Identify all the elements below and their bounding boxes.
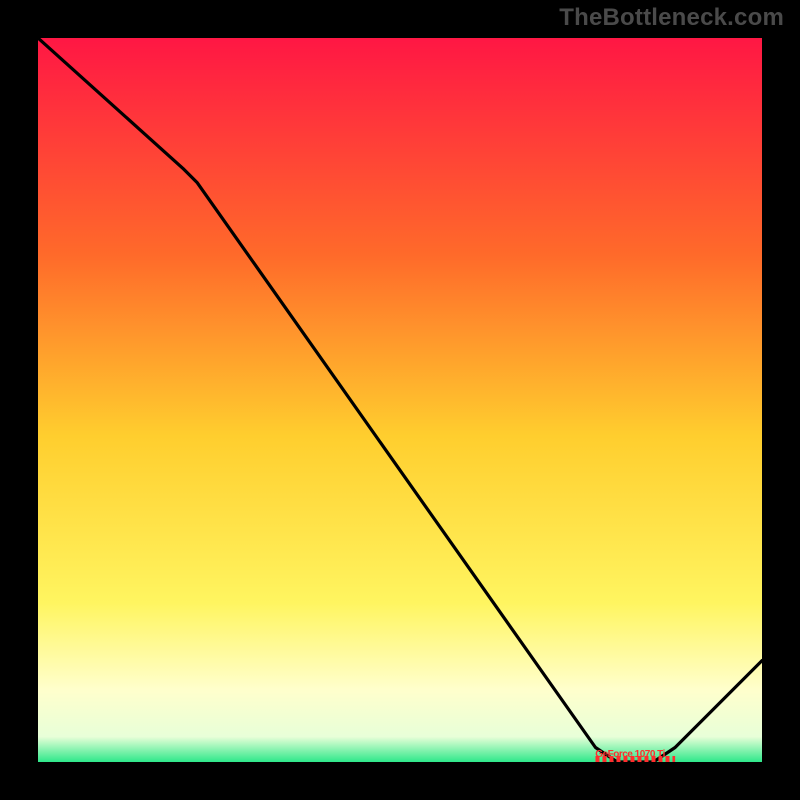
chart-svg (38, 38, 762, 762)
watermark-text: TheBottleneck.com (559, 4, 784, 32)
chart-frame: TheBottleneck.com GeForce 1070 Ti (0, 0, 800, 800)
baseline-label: GeForce 1070 Ti (595, 749, 665, 760)
plot-area (38, 38, 762, 762)
gradient-background (38, 38, 762, 762)
